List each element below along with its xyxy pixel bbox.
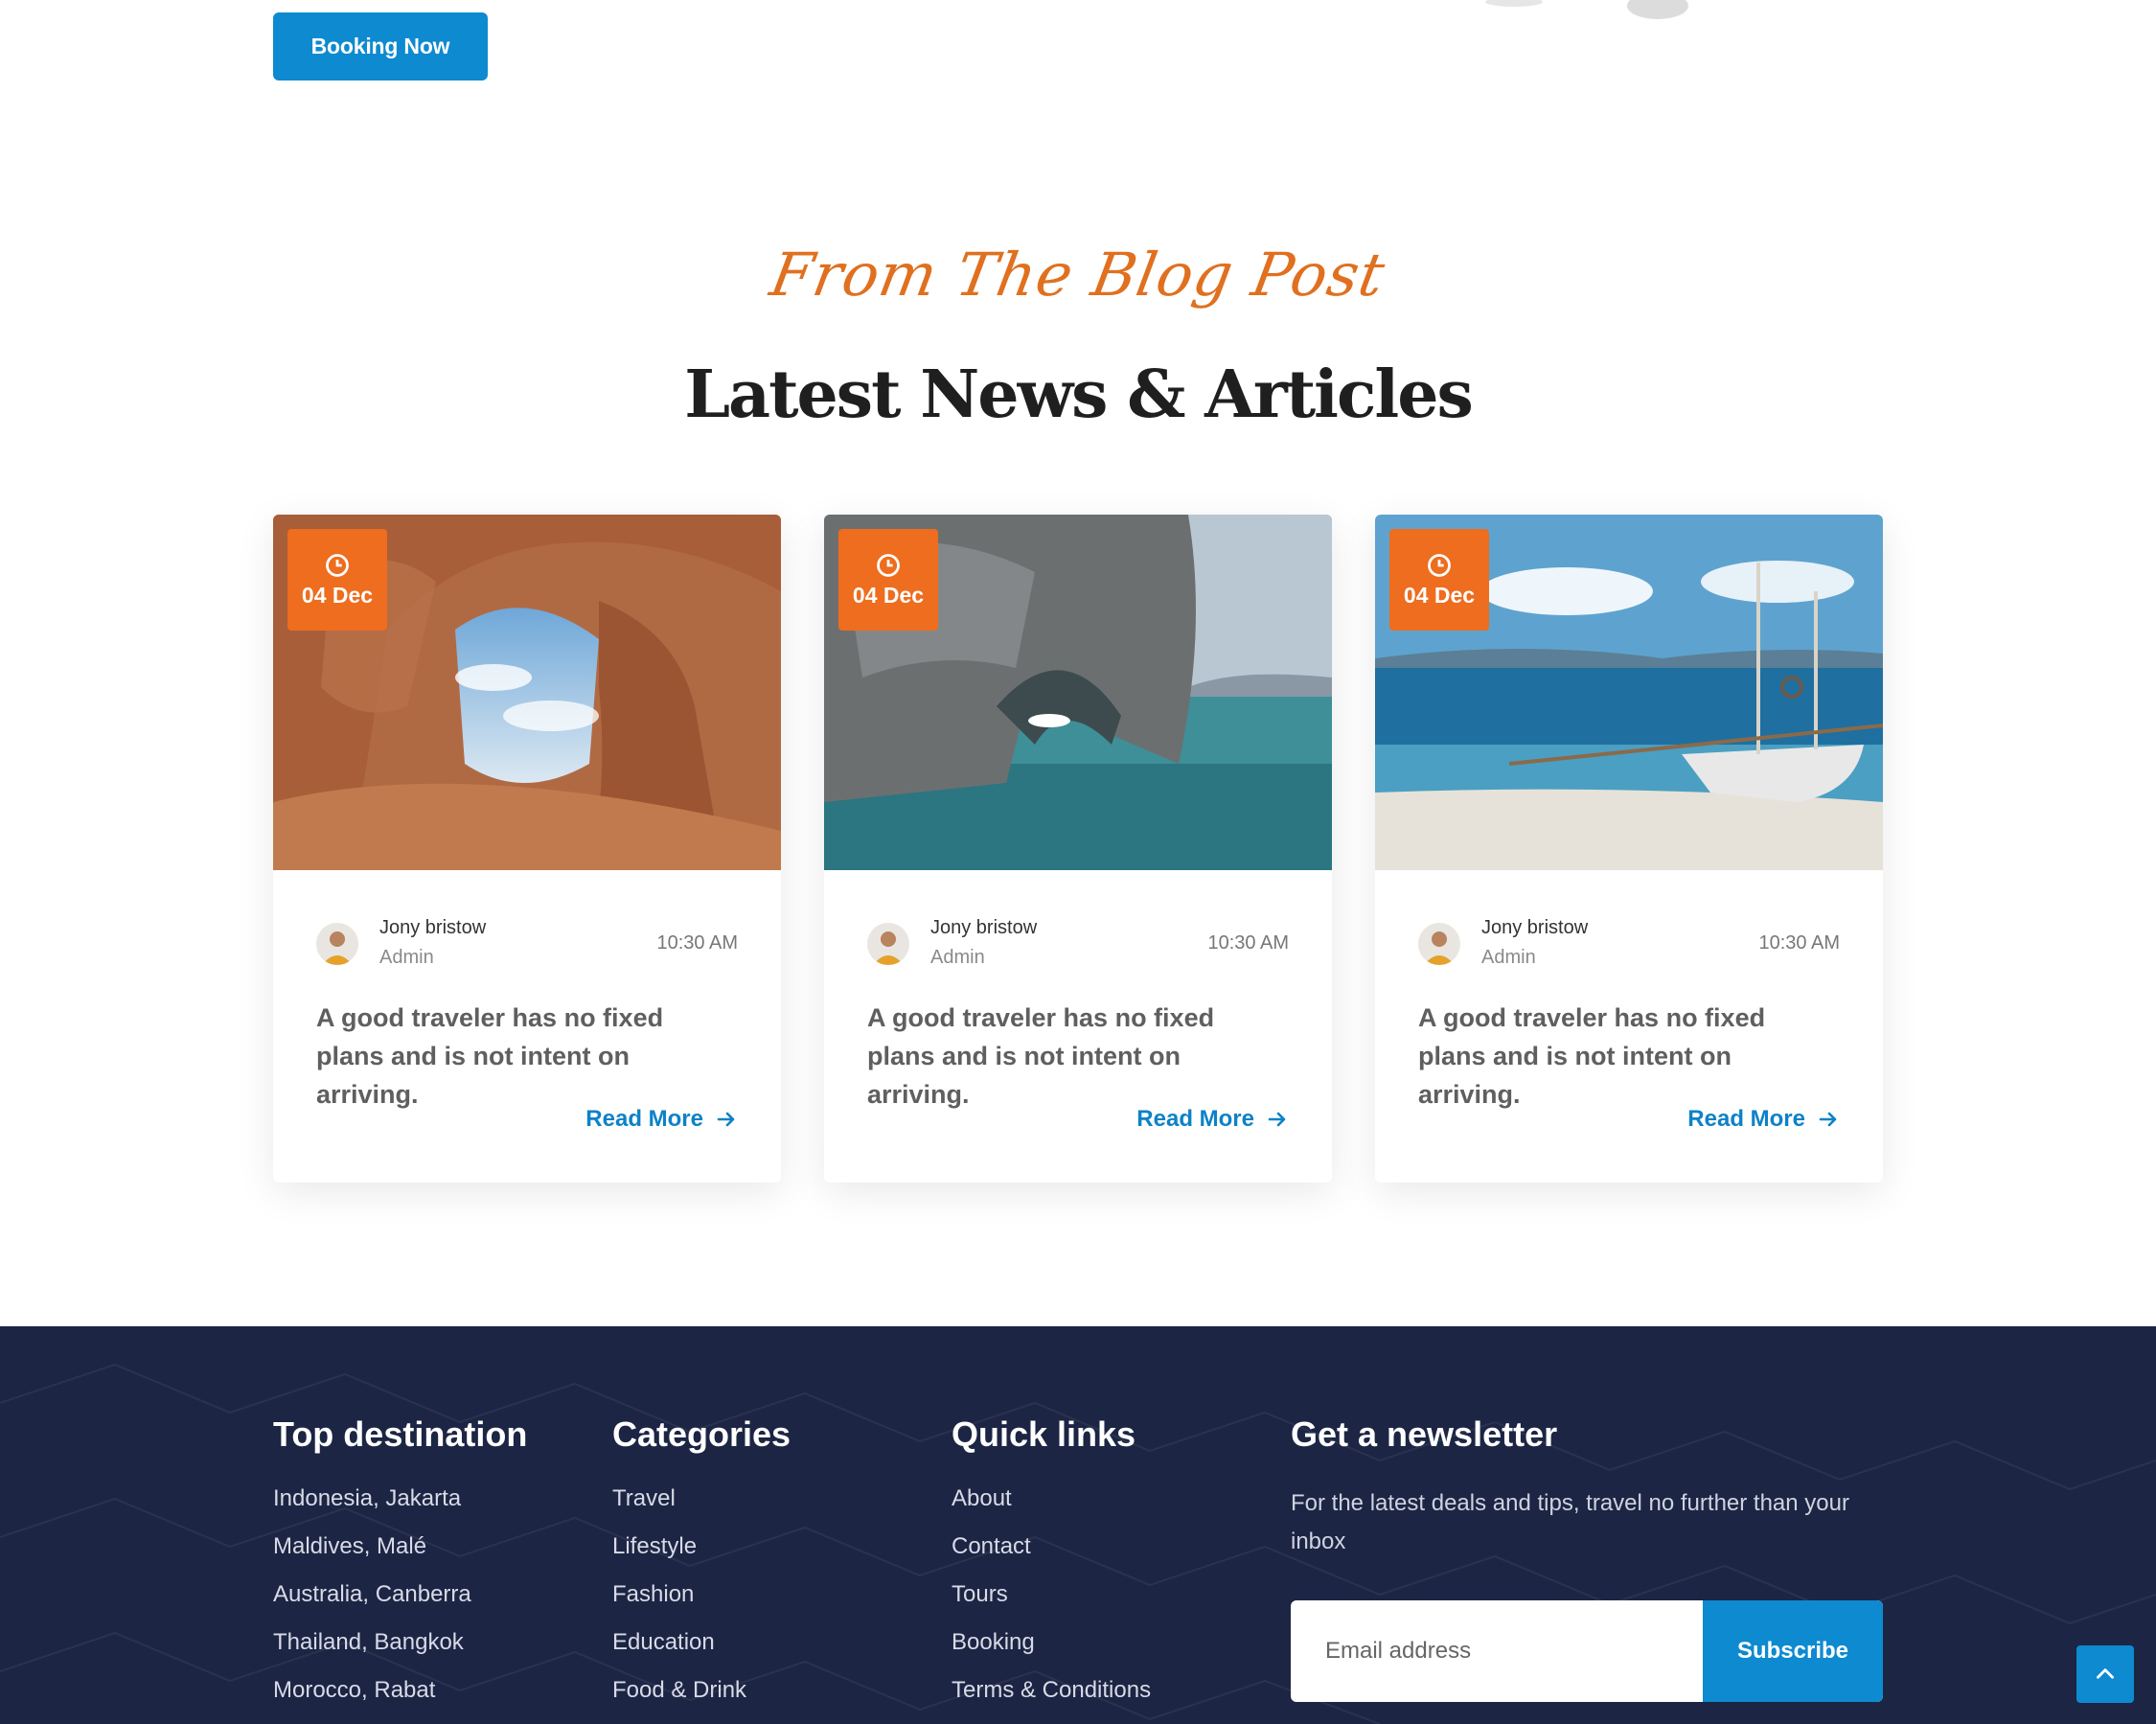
footer-link[interactable]: Maldives, Malé [273, 1532, 527, 1580]
post-time: 10:30 AM [656, 932, 738, 954]
read-more-link[interactable]: Read More [1687, 1106, 1840, 1133]
author-role: Admin [379, 947, 434, 968]
clock-icon [877, 553, 900, 577]
footer-link[interactable]: Terms & Conditions [952, 1676, 1151, 1724]
footer-heading: Categories [612, 1414, 791, 1454]
author-role: Admin [1481, 947, 1536, 968]
newsletter-form: Subscribe [1291, 1600, 1883, 1702]
post-title[interactable]: A good traveler has no fixed plans and i… [867, 999, 1289, 1114]
post-time: 10:30 AM [1758, 932, 1840, 954]
chevron-up-icon [2097, 1668, 2114, 1679]
post-date: 04 Dec [852, 582, 925, 608]
footer-link[interactable]: Lifestyle [612, 1532, 791, 1580]
footer-link[interactable]: Booking [952, 1628, 1151, 1676]
author-name[interactable]: Jony bristow [1481, 917, 1588, 939]
read-more-link[interactable]: Read More [585, 1106, 738, 1133]
footer-link[interactable]: Fashion [612, 1580, 791, 1628]
date-badge: 04 Dec [287, 529, 387, 631]
read-more-link[interactable]: Read More [1136, 1106, 1289, 1133]
avatar [316, 923, 358, 965]
footer-quick-links: Quick links About Contact Tours Booking … [952, 1414, 1151, 1724]
post-time: 10:30 AM [1207, 932, 1289, 954]
footer-heading: Get a newsletter [1291, 1414, 1558, 1454]
blog-card[interactable]: 04 Dec Jony bristow Admin 10:30 AM A goo… [1375, 515, 1883, 1183]
footer-link[interactable]: Contact [952, 1532, 1151, 1580]
footer-newsletter: Get a newsletter For the latest deals an… [1291, 1414, 1883, 1702]
footer-heading: Quick links [952, 1414, 1136, 1454]
post-date: 04 Dec [301, 582, 374, 608]
booking-now-button[interactable]: Booking Now [273, 12, 488, 80]
email-field[interactable] [1291, 1600, 1703, 1702]
arrow-right-icon [1268, 1112, 1286, 1127]
read-more-label: Read More [1687, 1106, 1805, 1132]
avatar [867, 923, 909, 965]
newsletter-description: For the latest deals and tips, travel no… [1291, 1490, 1849, 1554]
subscribe-button[interactable]: Subscribe [1703, 1600, 1883, 1702]
footer-link[interactable]: About [952, 1484, 1151, 1532]
post-title[interactable]: A good traveler has no fixed plans and i… [316, 999, 738, 1114]
footer-heading: Top destination [273, 1414, 528, 1454]
footer-link[interactable]: Australia, Canberra [273, 1580, 527, 1628]
footer-link[interactable]: Indonesia, Jakarta [273, 1484, 527, 1532]
author-name[interactable]: Jony bristow [379, 917, 486, 939]
footer-destinations: Top destination Indonesia, Jakarta Maldi… [273, 1414, 527, 1724]
decorative-shape [1485, 0, 1688, 19]
date-badge: 04 Dec [1389, 529, 1489, 631]
post-title[interactable]: A good traveler has no fixed plans and i… [1418, 999, 1840, 1114]
footer-link[interactable]: Thailand, Bangkok [273, 1628, 527, 1676]
clock-icon [326, 553, 349, 577]
arrow-right-icon [1819, 1112, 1837, 1127]
footer-link[interactable]: Food & Drink [612, 1676, 791, 1724]
arrow-right-icon [717, 1112, 735, 1127]
read-more-label: Read More [1136, 1106, 1254, 1132]
section-title: Latest News & Articles [684, 356, 1474, 433]
section-subtitle: From The Blog Post [765, 240, 1391, 310]
date-badge: 04 Dec [838, 529, 938, 631]
footer-categories: Categories Travel Lifestyle Fashion Educ… [612, 1414, 791, 1724]
author-name[interactable]: Jony bristow [930, 917, 1037, 939]
blog-card[interactable]: 04 Dec Jony bristow Admin 10:30 AM A goo… [273, 515, 781, 1183]
blog-card[interactable]: 04 Dec Jony bristow Admin 10:30 AM A goo… [824, 515, 1332, 1183]
author-role: Admin [930, 947, 985, 968]
footer-link[interactable]: Tours [952, 1580, 1151, 1628]
footer-link[interactable]: Education [612, 1628, 791, 1676]
clock-icon [1428, 553, 1451, 577]
avatar [1418, 923, 1460, 965]
read-more-label: Read More [585, 1106, 703, 1132]
footer-link[interactable]: Travel [612, 1484, 791, 1532]
footer: Top destination Indonesia, Jakarta Maldi… [0, 1326, 2156, 1724]
post-date: 04 Dec [1403, 582, 1476, 608]
back-to-top-button[interactable] [2076, 1645, 2134, 1703]
footer-link[interactable]: Morocco, Rabat [273, 1676, 527, 1724]
